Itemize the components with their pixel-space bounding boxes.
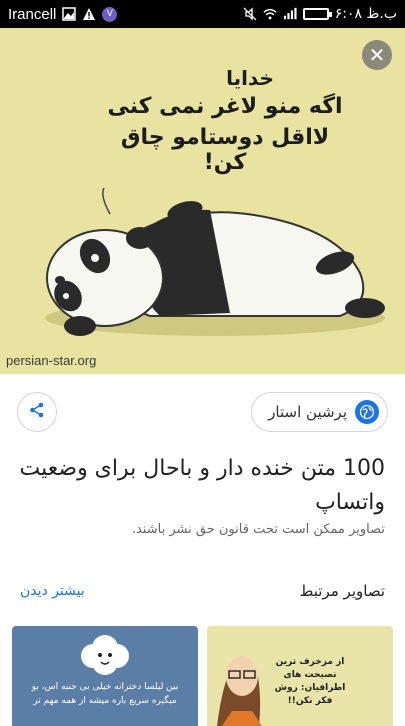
close-icon: ✕ — [368, 43, 386, 67]
source-row: پرشین استار — [0, 390, 405, 434]
status-bar: Irancell V ۶:۰۸ ب.ظ — [0, 0, 405, 28]
image-icon — [62, 7, 77, 21]
thumbnail-2-text: از مزخرف ترین نصیحت های اطرافیان: روش فک… — [274, 657, 346, 706]
related-images-title: تصاویر مرتبط — [299, 582, 385, 600]
thumbnail-1-text: بین لیلسا دخترانه خیلی بی جنبه اس، بو می… — [31, 682, 179, 706]
carrier-name: Irancell — [8, 5, 57, 23]
image-watermark: persian-star.org — [6, 353, 97, 368]
wifi-icon — [263, 7, 277, 21]
cloud-character-icon — [81, 635, 129, 675]
related-thumbnail-1[interactable]: بین لیلسا دخترانه خیلی بی جنبه اس، بو می… — [12, 626, 198, 726]
source-name: پرشین استار — [268, 403, 347, 421]
caption-line-2: اگه منو لاغر نمی کنی — [107, 94, 343, 119]
hero-caption: خدایا اگه منو لاغر نمی کنی لااقل دوستامو… — [100, 66, 350, 175]
caption-line-3: لااقل دوستامو چاق کن! — [120, 125, 330, 175]
signal-icon — [283, 7, 297, 21]
related-thumbnail-2[interactable]: از مزخرف ترین نصیحت های اطرافیان: روش فک… — [207, 626, 393, 726]
hero-image[interactable]: خدایا اگه منو لاغر نمی کنی لااقل دوستامو… — [0, 28, 405, 374]
close-button[interactable]: ✕ — [362, 40, 392, 70]
caption-line-1: خدایا — [226, 66, 274, 90]
clock: ۶:۰۸ ب.ظ — [334, 6, 397, 22]
battery-icon — [302, 8, 332, 20]
status-bar-left: Irancell V — [8, 5, 118, 23]
copyright-notice: تصاویر ممکن است تحت قانون حق نشر باشند. — [131, 522, 385, 537]
status-bar-right: ۶:۰۸ ب.ظ — [243, 6, 397, 22]
viber-icon: V — [102, 6, 118, 22]
share-button[interactable] — [17, 392, 57, 432]
globe-icon — [355, 400, 379, 424]
share-icon — [28, 401, 46, 423]
source-chip[interactable]: پرشین استار — [251, 392, 388, 432]
related-images-header: تصاویر مرتبط بیشتر دیدن — [0, 580, 405, 606]
see-more-link[interactable]: بیشتر دیدن — [20, 583, 85, 599]
page-title[interactable]: 100 متن خنده دار و باحال برای وضعیت واتس… — [15, 452, 385, 520]
panda-illustration — [45, 187, 385, 336]
mute-icon — [243, 7, 257, 21]
warning-icon — [82, 7, 96, 21]
